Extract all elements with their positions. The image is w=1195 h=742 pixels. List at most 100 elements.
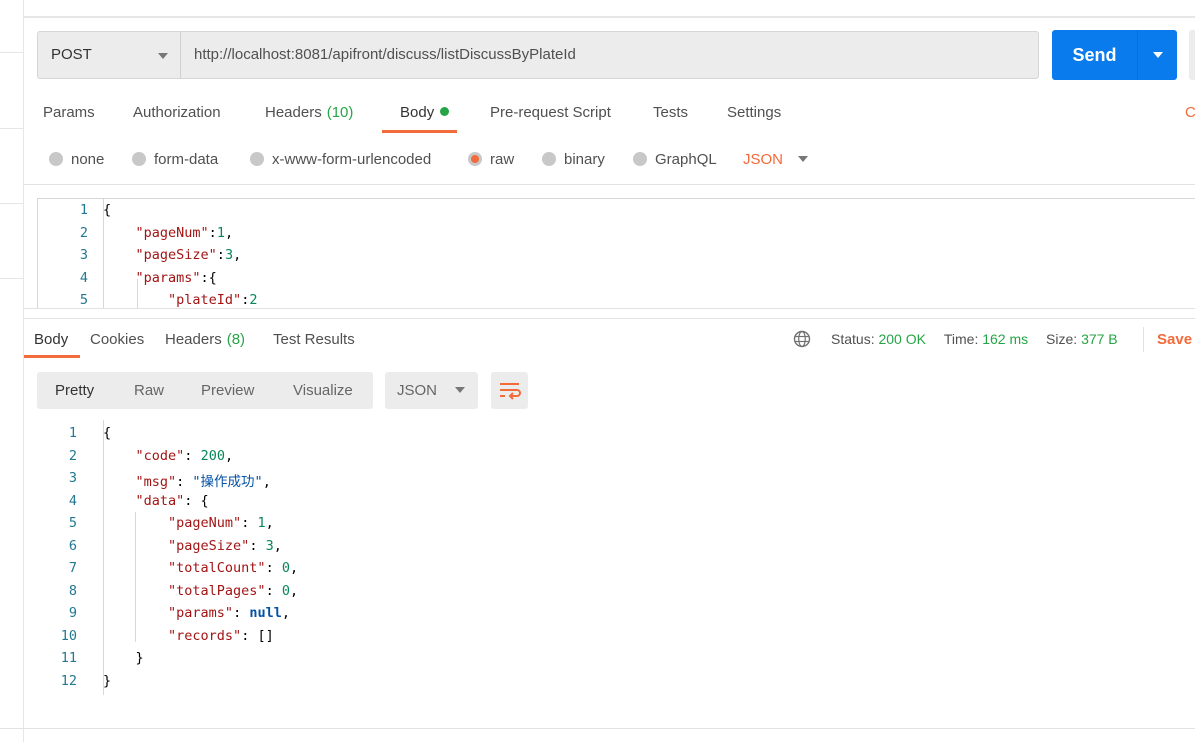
sidebar-divider xyxy=(0,203,24,204)
chevron-down-icon xyxy=(455,387,466,393)
response-format-select[interactable]: JSON xyxy=(385,372,478,409)
code-token: "pageNum" xyxy=(168,515,242,531)
radio-icon[interactable] xyxy=(633,152,647,166)
request-body-editor[interactable]: 1{2 "pageNum":1, 3 "pageSize":3, 4 "params… xyxy=(37,198,1195,309)
line-number: 5 xyxy=(79,292,88,308)
tab-params[interactable]: Params xyxy=(43,104,95,121)
code-line: "pageNum": 1, xyxy=(103,515,274,531)
tab-label: Headers xyxy=(165,331,222,348)
code-token: } xyxy=(135,650,144,666)
view-mode-pretty[interactable]: Pretty xyxy=(55,382,94,399)
line-number: 3 xyxy=(68,470,77,486)
tab-settings[interactable]: Settings xyxy=(727,104,781,121)
tab-authorization[interactable]: Authorization xyxy=(133,104,221,121)
response-tab-headers[interactable]: Headers (8) xyxy=(165,331,245,348)
tab-label: Pre-request Script xyxy=(490,104,611,121)
code-token: : { xyxy=(184,492,209,509)
tab-pre-request-script[interactable]: Pre-request Script xyxy=(490,104,611,121)
radio-binary[interactable]: binary xyxy=(542,151,605,168)
radio-icon[interactable] xyxy=(49,152,63,166)
sidebar-divider xyxy=(0,52,24,53)
line-number: 2 xyxy=(68,447,77,464)
response-body-viewer[interactable]: 1{2 "code": 200, 3 "msg": "操作成功", 4 "data"… xyxy=(24,420,1195,720)
cookies-link[interactable]: C xyxy=(1185,104,1195,121)
code-token: "totalCount" xyxy=(168,560,266,576)
radio-raw[interactable]: raw xyxy=(468,151,514,168)
code-line: { xyxy=(103,202,111,218)
code-token: : xyxy=(241,515,258,531)
code-token: { xyxy=(103,202,112,218)
tab-body[interactable]: Body xyxy=(400,104,450,121)
code-token: , xyxy=(224,447,234,464)
code-line: "msg": "操作成功", xyxy=(103,470,271,490)
indent-guide xyxy=(137,279,138,308)
view-mode-preview[interactable]: Preview xyxy=(201,382,254,399)
response-tab-cookies[interactable]: Cookies xyxy=(90,331,144,348)
code-token: "code" xyxy=(135,447,185,464)
tab-label: Tests xyxy=(653,104,689,121)
raw-format-select[interactable]: JSON xyxy=(743,151,809,168)
method-value: POST xyxy=(51,46,92,63)
indent-guide xyxy=(135,512,136,642)
line-number: 1 xyxy=(68,425,77,441)
view-mode-raw[interactable]: Raw xyxy=(134,382,164,399)
radio-label: x-www-form-urlencoded xyxy=(272,151,432,168)
code-token: null xyxy=(249,605,282,621)
code-line: } xyxy=(103,673,111,689)
globe-icon[interactable] xyxy=(793,330,811,348)
raw-format-value: JSON xyxy=(743,151,784,168)
line-number: 2 xyxy=(79,224,88,241)
response-tab-body[interactable]: Body xyxy=(34,331,68,348)
line-number: 10 xyxy=(60,627,77,644)
code-token: 2 xyxy=(249,292,258,308)
line-number: 6 xyxy=(68,537,77,554)
tab-headers[interactable]: Headers (10) xyxy=(265,104,353,121)
wrap-lines-button[interactable] xyxy=(491,372,528,409)
tab-tests[interactable]: Tests xyxy=(653,104,688,121)
view-mode-visualize[interactable]: Visualize xyxy=(293,382,353,399)
code-token: "params" xyxy=(168,605,234,621)
code-token: , xyxy=(289,582,299,599)
method-select[interactable]: POST xyxy=(37,31,181,79)
send-button[interactable]: Send xyxy=(1052,30,1177,80)
sidebar xyxy=(0,0,24,742)
code-token: "操作成功" xyxy=(192,474,263,490)
time-value: 162 ms xyxy=(982,331,1029,347)
code-token: 0 xyxy=(281,560,290,576)
radio-label: form-data xyxy=(154,151,219,168)
radio-none[interactable]: none xyxy=(49,151,104,168)
tab-count: (8) xyxy=(226,331,246,348)
code-token: , xyxy=(265,515,274,531)
divider xyxy=(24,184,1195,185)
radio-form-data[interactable]: form-data xyxy=(132,151,218,168)
radio-icon[interactable] xyxy=(542,152,556,166)
code-token: [] xyxy=(257,627,274,644)
send-options-button[interactable] xyxy=(1138,30,1177,80)
radio-icon[interactable] xyxy=(132,152,146,166)
response-tab-test-results[interactable]: Test Results xyxy=(273,331,355,348)
sidebar-divider xyxy=(0,128,24,129)
tab-bar-border xyxy=(24,16,1195,18)
code-token: 1 xyxy=(216,224,225,241)
radio-icon[interactable] xyxy=(468,152,482,166)
url-input[interactable]: http://localhost:8081/apifront/discuss/l… xyxy=(180,31,1039,79)
code-token: , xyxy=(262,474,271,490)
radio-GraphQL[interactable]: GraphQL xyxy=(633,151,717,168)
size-label: Size: xyxy=(1046,331,1078,347)
code-line: "records": [] xyxy=(103,628,274,644)
save-request-button[interactable] xyxy=(1189,30,1195,80)
modified-dot-icon xyxy=(440,107,450,116)
divider xyxy=(1143,327,1144,352)
radio-x-www-form-urlencoded[interactable]: x-www-form-urlencoded xyxy=(250,151,431,168)
radio-icon[interactable] xyxy=(250,152,264,166)
save-response-button[interactable]: Save xyxy=(1157,331,1192,348)
view-mode-tabs: Pretty Raw Preview Visualize xyxy=(37,372,373,409)
code-token: "pageNum" xyxy=(135,224,209,241)
tab-label: Settings xyxy=(727,104,782,121)
radio-label: raw xyxy=(490,151,515,168)
line-number: 8 xyxy=(68,582,77,599)
code-line: "pageNum":1, xyxy=(103,224,234,241)
tab-count: (10) xyxy=(326,104,354,121)
